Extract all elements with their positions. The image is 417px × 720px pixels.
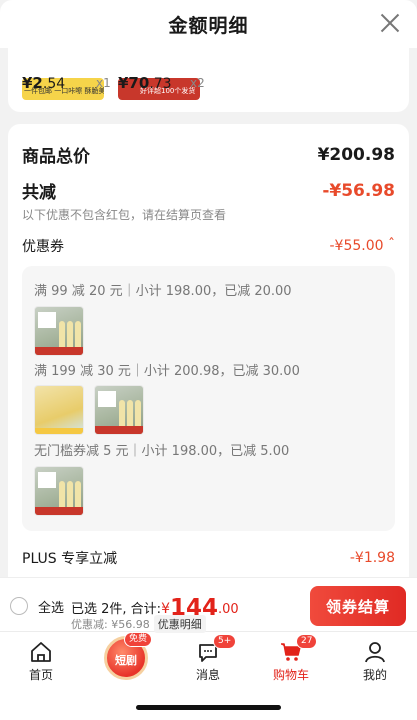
goods-total-label: 商品总价 [22, 147, 90, 167]
product-price: ¥70.73 [118, 74, 172, 92]
coupon-product-image[interactable] [34, 306, 84, 356]
goods-total-value: ¥200.98 [317, 144, 395, 165]
coupon-line-1: 满 99 减 20 元｜小计 198.00，已减 20.00 [34, 284, 292, 299]
user-icon [365, 642, 385, 663]
coupon-product-image[interactable] [34, 466, 84, 516]
sheet-header: 金额明细 [0, 0, 417, 48]
short-drama-label: 短剧 [115, 654, 137, 667]
messages-badge: 5+ [213, 634, 237, 649]
amount-detail-sheet: 金额明细 一件包邮 一口咔嚓 酥脆美味 好评超100个发货 ¥2.54 x1 ¥… [0, 0, 417, 580]
tab-mine-label: 我的 [362, 668, 387, 682]
close-icon[interactable] [379, 12, 401, 34]
select-all-label[interactable]: 全选 [38, 597, 64, 616]
tab-messages-label: 消息 [195, 668, 220, 682]
plus-discount-row: PLUS 专享立减 -¥1.98 [22, 548, 395, 568]
checkout-button[interactable]: 领券结算 [310, 586, 406, 626]
chevron-up-icon[interactable]: ˆ [388, 237, 395, 253]
discount-summary: 优惠减: ¥56.98 优惠明细 [71, 615, 206, 633]
checkout-bar: 全选 已选 2件, 合计:¥144.00 优惠减: ¥56.98 优惠明细 领券结… [0, 577, 417, 633]
coupon-value-wrap: -¥55.00 ˆ [329, 237, 396, 254]
coupon-product-image[interactable] [94, 385, 144, 435]
product-qty: x2 [190, 76, 205, 90]
coupon-label: 优惠券 [22, 239, 64, 255]
discount-hint: 以下优惠不包含红包，请在结算页查看 [22, 208, 227, 222]
discount-total-value: -¥56.98 [322, 180, 395, 201]
sheet-title: 金额明细 [168, 14, 249, 37]
short-drama-badge: 免费 [124, 632, 153, 647]
coupon-line-2: 满 199 减 30 元｜小计 200.98，已减 30.00 [34, 364, 300, 379]
tab-home-label: 首页 [28, 668, 53, 682]
goods-total-row: 商品总价 ¥200.98 [22, 142, 395, 168]
home-icon [31, 642, 51, 662]
discount-detail-button[interactable]: 优惠明细 [153, 615, 206, 633]
price-breakdown-card: 商品总价 ¥200.98 共减 -¥56.98 以下优惠不包含红包，请在结算页查… [8, 124, 409, 580]
plus-discount-value: -¥1.98 [349, 550, 395, 566]
tab-cart-label: 购物车 [272, 668, 309, 682]
plus-discount-label: PLUS 专享立减 [22, 551, 118, 567]
discount-total-label: 共减 [22, 183, 56, 203]
coupon-value: -¥55.00 [329, 238, 384, 254]
discount-total-row: 共减 -¥56.98 [22, 178, 395, 204]
home-indicator [136, 705, 281, 710]
product-price: ¥2.54 [22, 74, 66, 92]
coupon-line-3: 无门槛券减 5 元｜小计 198.00，已减 5.00 [34, 444, 290, 459]
total-amount-decimal: .00 [218, 602, 239, 617]
coupon-product-image[interactable] [34, 385, 84, 435]
select-all-radio[interactable] [10, 597, 28, 615]
discount-summary-text: 优惠减: ¥56.98 [71, 618, 150, 631]
coupon-row[interactable]: 优惠券 -¥55.00 ˆ [22, 236, 395, 256]
cart-badge: 27 [296, 634, 318, 649]
product-qty: x1 [96, 76, 111, 90]
coupon-detail-box: 满 99 减 20 元｜小计 198.00，已减 20.00 满 199 减 3… [22, 266, 395, 531]
